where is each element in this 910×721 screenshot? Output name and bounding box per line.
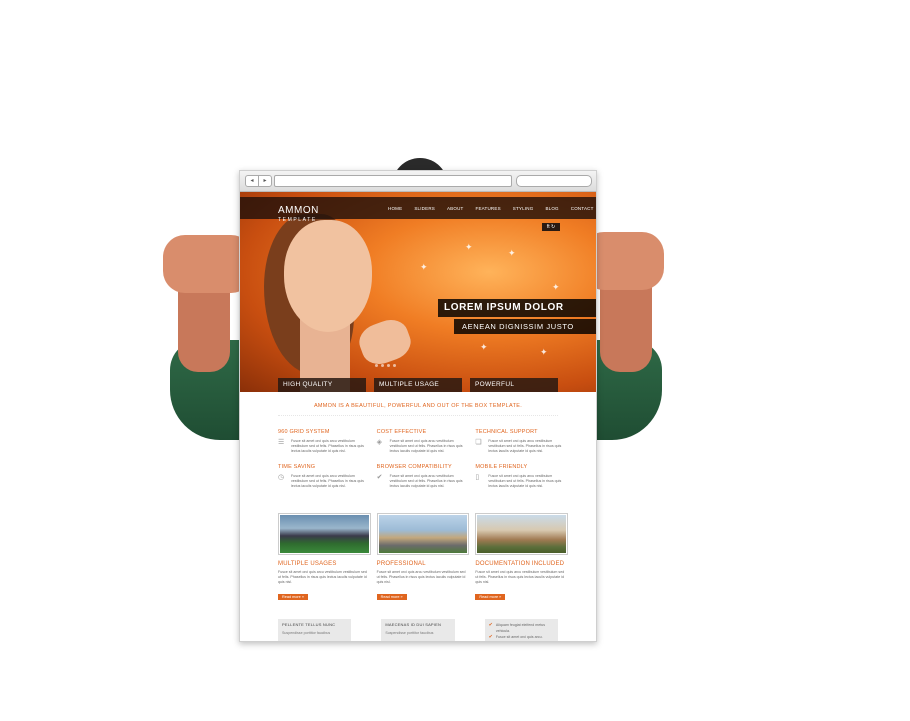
widget-text: Suspendisse porttitor faucibus	[385, 631, 434, 635]
slider-dot[interactable]	[375, 364, 378, 367]
feature-item: MOBILE FRIENDLY ▯ Fusce sit amet orci qui…	[475, 464, 568, 489]
showcase-item: PROFESSIONAL Fusce sit amet orci quis ar…	[376, 513, 470, 603]
model-hand	[354, 314, 416, 370]
checklist-item: ✔ Fusce sit amet orci quis arcu.	[489, 634, 554, 640]
read-more-button[interactable]: Read more »	[376, 594, 407, 600]
checklist-box: ✔ Aliquam feugiat eleifend metus vehicula…	[484, 619, 558, 641]
slider-pagination	[375, 364, 396, 367]
showcase-title[interactable]: DOCUMENTATION INCLUDED	[475, 561, 568, 567]
hero-slider: ✦ ✦ ✦ ✦ ✦ ✦ AMMON TEMPLATE HOME SLIDERS …	[240, 192, 596, 402]
slider-dot[interactable]	[393, 364, 396, 367]
building-thumbnail[interactable]	[376, 513, 470, 555]
check-icon: ✔	[376, 474, 383, 481]
site-logo[interactable]: AMMON TEMPLATE	[278, 200, 319, 223]
feature-text: Fusce sit amet orci quis arcu vestibulum…	[291, 439, 364, 453]
stadium-thumbnail[interactable]	[278, 513, 371, 555]
tab-multiple-usage[interactable]: MULTIPLE USAGE	[374, 378, 462, 392]
checkmark-icon: ✔	[488, 634, 493, 640]
showcase-text: Fusce sit amet orci quis arcu vestibulum…	[278, 570, 367, 584]
showcase-title[interactable]: PROFESSIONAL	[377, 561, 470, 567]
address-bar[interactable]	[274, 175, 512, 187]
sparkle-icon: ✦	[508, 248, 516, 258]
showcase-text: Fusce sit amet orci quis arcu vestibulum…	[376, 570, 466, 584]
chat-icon: ❏	[475, 439, 482, 446]
menu-item-blog[interactable]: BLOG	[545, 206, 558, 211]
widget-title: PELLENTE TELLUS NUNC	[282, 622, 336, 627]
checkmark-icon: ✔	[488, 622, 493, 628]
apartment-thumbnail[interactable]	[475, 513, 568, 555]
feature-item: BROWSER COMPATIBILITY ✔ Fusce sit amet or…	[377, 464, 470, 489]
footer-widgets: PELLENTE TELLUS NUNC Suspendisse porttit…	[278, 619, 558, 641]
feature-title[interactable]: COST EFFECTIVE	[377, 429, 470, 435]
clock-icon: ◷	[278, 474, 285, 481]
template-poster: ◂ ▸ ✦ ✦ ✦ ✦ ✦ ✦ AMMON TEMPLATE HOME SLID…	[239, 170, 597, 642]
sparkle-icon: ✦	[540, 347, 548, 357]
menu-item-features[interactable]: FEATURES	[476, 206, 501, 211]
menu-item-home[interactable]: HOME	[388, 206, 402, 211]
model-face	[284, 220, 372, 332]
showcase-grid: MULTIPLE USAGES Fusce sit amet orci quis…	[278, 513, 568, 603]
feature-text: Fusce sit amet orci quis arcu vestibulum…	[488, 439, 562, 453]
showcase-title[interactable]: MULTIPLE USAGES	[278, 561, 371, 567]
read-more-button[interactable]: Read more »	[278, 594, 308, 600]
slider-caption-secondary: AENEAN DIGNISSIM JUSTO	[454, 319, 596, 334]
sparkle-icon: ✦	[420, 262, 428, 272]
menu-item-about[interactable]: ABOUT	[447, 206, 464, 211]
feature-item: TECHNICAL SUPPORT ❏ Fusce sit amet orci q…	[475, 429, 568, 454]
feature-text: Fusce sit amet orci quis arcu vestibulum…	[488, 474, 562, 488]
main-menu: HOME SLIDERS ABOUT FEATURES STYLING BLOG…	[388, 206, 594, 211]
feature-title[interactable]: MOBILE FRIENDLY	[475, 464, 568, 470]
widget-text: Suspendisse porttitor faucibus	[282, 631, 331, 635]
slider-dot[interactable]	[381, 364, 384, 367]
feature-item: TIME SAVING ◷ Fusce sit amet orci quis ar…	[278, 464, 371, 489]
browser-toolbar: ◂ ▸	[240, 171, 596, 192]
showcase-item: MULTIPLE USAGES Fusce sit amet orci quis…	[278, 513, 371, 603]
widget-title: MAECENAS ID DUI SAPIEN	[385, 622, 442, 627]
checklist-item: ✔ Aliquam feugiat eleifend metus vehicula…	[489, 622, 554, 634]
phone-icon: ▯	[475, 474, 480, 481]
tag-icon: ◈	[376, 439, 383, 446]
slider-dot[interactable]	[387, 364, 390, 367]
sparkle-icon: ✦	[465, 242, 473, 252]
checklist-text: Fusce sit amet orci quis arcu.	[495, 635, 543, 639]
feature-text: Fusce sit amet orci quis arcu vestibulum…	[389, 474, 463, 488]
feature-tabs: HIGH QUALITY MULTIPLE USAGE POWERFUL FRA…	[278, 378, 558, 402]
menu-item-sliders[interactable]: SLIDERS	[414, 206, 435, 211]
feature-item: COST EFFECTIVE ◈ Fusce sit amet orci quis…	[377, 429, 470, 454]
showcase-item: DOCUMENTATION INCLUDED Fusce sit amet or…	[475, 513, 568, 603]
feature-text: Fusce sit amet orci quis arcu vestibulum…	[389, 439, 463, 453]
feature-title[interactable]: BROWSER COMPATIBILITY	[377, 464, 470, 470]
logo-subtitle: TEMPLATE	[278, 217, 317, 223]
read-more-button[interactable]: Read more »	[475, 594, 506, 600]
widget-box: MAECENAS ID DUI SAPIEN Suspendisse portt…	[381, 619, 455, 641]
social-icons[interactable]: ft ↻	[542, 223, 560, 231]
slider-caption-primary: LOREM IPSUM DOLOR	[438, 299, 596, 317]
menu-item-styling[interactable]: STYLING	[513, 206, 534, 211]
browser-search-field[interactable]	[516, 175, 592, 187]
tab-high-quality[interactable]: HIGH QUALITY	[278, 378, 366, 392]
widget-box: PELLENTE TELLUS NUNC Suspendisse porttit…	[278, 619, 352, 641]
showcase-text: Fusce sit amet orci quis arcu vestibulum…	[475, 570, 565, 584]
feature-text: Fusce sit amet orci quis arcu vestibulum…	[291, 474, 364, 488]
tagline: AMMON IS A BEAUTIFUL, POWERFUL AND OUT O…	[313, 403, 523, 409]
sparkle-icon: ✦	[552, 282, 560, 292]
site-header: AMMON TEMPLATE HOME SLIDERS ABOUT FEATUR…	[240, 197, 596, 223]
features-grid: 960 GRID SYSTEM ☰ Fusce sit amet orci qui…	[278, 429, 568, 489]
divider	[278, 415, 558, 416]
menu-item-contact[interactable]: CONTACT	[571, 206, 594, 211]
checklist-text: Aliquam feugiat eleifend metus vehicula.	[495, 623, 546, 633]
grid-icon: ☰	[278, 439, 285, 446]
feature-title[interactable]: 960 GRID SYSTEM	[278, 429, 371, 435]
back-button[interactable]: ◂	[245, 175, 259, 187]
feature-title[interactable]: TIME SAVING	[278, 464, 371, 470]
tab-powerful-framework[interactable]: POWERFUL FRAMEWORK	[470, 378, 558, 402]
forward-button[interactable]: ▸	[258, 175, 272, 187]
logo-title: AMMON	[278, 205, 319, 216]
feature-item: 960 GRID SYSTEM ☰ Fusce sit amet orci qui…	[278, 429, 371, 454]
feature-title[interactable]: TECHNICAL SUPPORT	[475, 429, 568, 435]
sparkle-icon: ✦	[480, 342, 488, 352]
